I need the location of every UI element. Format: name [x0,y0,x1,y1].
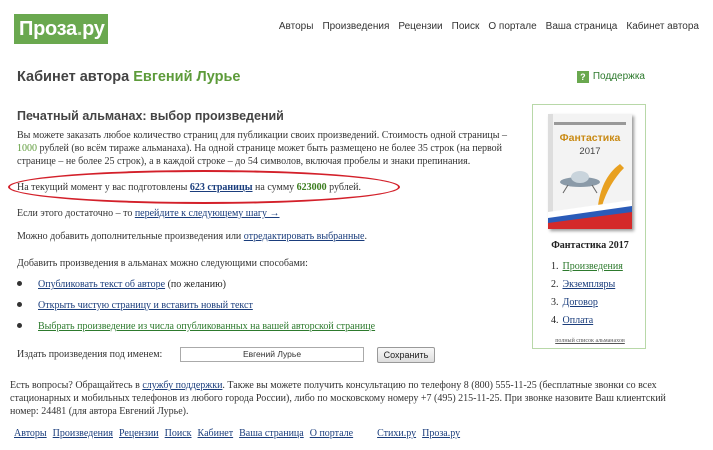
help-icon: ? [576,71,589,83]
almanac-title: Фантастика 2017 [551,240,629,251]
contact-part1: Есть вопросы? Обращайтесь в [10,380,140,391]
logo-text: Проза [19,18,77,40]
step-number: 1. [551,261,559,272]
support-service-link[interactable]: службу поддержки [142,380,222,391]
add-more-line: Можно добавить дополнительные произведен… [17,230,367,243]
footer-reviews[interactable]: Рецензии [119,428,159,439]
steps-list: 1. Произведения 2. Экземпляры 3. Договор 4.… [551,261,623,333]
nav-reviews[interactable]: Рецензии [398,21,442,32]
edit-selected-link[interactable]: отредактировать выбранные [244,231,365,242]
support-label: Поддержка [592,71,645,82]
status-middle: на сумму [255,182,295,193]
nav-authors[interactable]: Авторы [279,21,314,32]
methods-list: Опубликовать текст об авторе (по желанию… [17,279,375,342]
step-number: 3. [551,297,559,308]
page-title: Кабинет автора Евгений Лурье [17,69,240,85]
bullet-icon [17,323,22,328]
nav-search[interactable]: Поиск [452,21,480,32]
footer-cabinet[interactable]: Кабинет [198,428,234,439]
footer-search[interactable]: Поиск [165,428,192,439]
step-copies[interactable]: Экземпляры [563,279,616,290]
intro-text: Вы можете заказать любое количество стра… [17,129,525,168]
add-more-suffix: . [364,231,367,242]
intro-part2: рублей (во всём тираже альманаха). На од… [17,143,503,167]
next-step-link[interactable]: перейдите к следующему шагу → [135,208,280,219]
methods-label: Добавить произведения в альманах можно с… [17,258,308,269]
nav-about[interactable]: О портале [488,21,536,32]
bullet-icon [17,281,22,286]
publish-name-label: Издать произведения под именем: [17,349,163,360]
choose-published-link[interactable]: Выбрать произведение из числа опубликова… [38,321,375,332]
cabinet-label: Кабинет автора [17,69,130,85]
step-item[interactable]: 2. Экземпляры [551,279,623,297]
list-item: Выбрать произведение из числа опубликова… [17,321,375,342]
contact-info: Есть вопросы? Обращайтесь в службу подде… [10,379,690,418]
bullet-icon [17,302,22,307]
site-logo[interactable]: Проза.ру [14,14,108,44]
intro-part1: Вы можете заказать любое количество стра… [17,130,508,141]
step-item[interactable]: 4. Оплата [551,315,623,333]
step-payment[interactable]: Оплата [563,315,594,326]
step-item[interactable]: 3. Договор [551,297,623,315]
almanac-sidebar: Фантастика 2017 Фантастика 2017 1. Произв… [532,104,646,349]
footer-about[interactable]: О портале [310,428,353,439]
publish-about-author-link[interactable]: Опубликовать текст об авторе [38,279,165,290]
footer-authors[interactable]: Авторы [14,428,47,439]
publish-name-input[interactable]: Евгений Лурье [180,347,364,362]
support-link[interactable]: ? Поддержка [576,71,645,83]
ufo-feather-illustration [548,164,632,229]
author-name: Евгений Лурье [133,69,241,85]
step-item[interactable]: 1. Произведения [551,261,623,279]
total-sum: 623000 [296,182,327,193]
pages-count-link[interactable]: 623 страницы [190,182,253,193]
save-button[interactable]: Сохранить [377,347,435,363]
footer-works[interactable]: Произведения [53,428,113,439]
next-step-prefix: Если этого достаточно – то [17,208,133,219]
add-more-prefix: Можно добавить дополнительные произведен… [17,231,242,242]
method-note: (по желанию) [167,279,226,290]
book-cover-image[interactable]: Фантастика 2017 [548,114,632,229]
status-suffix: рублей. [329,182,362,193]
book-year: 2017 [579,146,601,157]
book-title: Фантастика [559,132,621,144]
step-contract[interactable]: Договор [563,297,598,308]
top-navigation: Авторы Произведения Рецензии Поиск О портале… [270,21,699,32]
list-item: Открыть чистую страницу и вставить новый… [17,300,375,321]
next-step-line: Если этого достаточно – то перейдите к с… [17,207,280,220]
page-price: 1000 [17,143,37,154]
section-title: Печатный альманах: выбор произведений [17,109,284,123]
step-works[interactable]: Произведения [563,261,623,272]
status-prefix: На текущий момент у вас подготовлены [17,182,188,193]
full-almanac-list-link[interactable]: полный список альманахов [533,338,647,344]
nav-your-page[interactable]: Ваша страница [546,21,618,32]
footer-your-page[interactable]: Ваша страница [239,428,304,439]
cover-caption-bar [554,122,626,125]
footer-proza[interactable]: Проза.ру [422,428,460,439]
footer-navigation: Авторы Произведения Рецензии Поиск Кабинет Ва… [14,428,466,439]
logo-suffix: ру [82,18,105,40]
pages-status: На текущий момент у вас подготовлены 623… [17,181,361,194]
list-item: Опубликовать текст об авторе (по желанию… [17,279,375,300]
nav-works[interactable]: Произведения [322,21,389,32]
new-page-link[interactable]: Открыть чистую страницу и вставить новый… [38,300,253,311]
footer-stihi[interactable]: Стихи.ру [377,428,416,439]
step-number: 4. [551,315,559,326]
nav-author-cabinet[interactable]: Кабинет автора [626,21,699,32]
step-number: 2. [551,279,559,290]
